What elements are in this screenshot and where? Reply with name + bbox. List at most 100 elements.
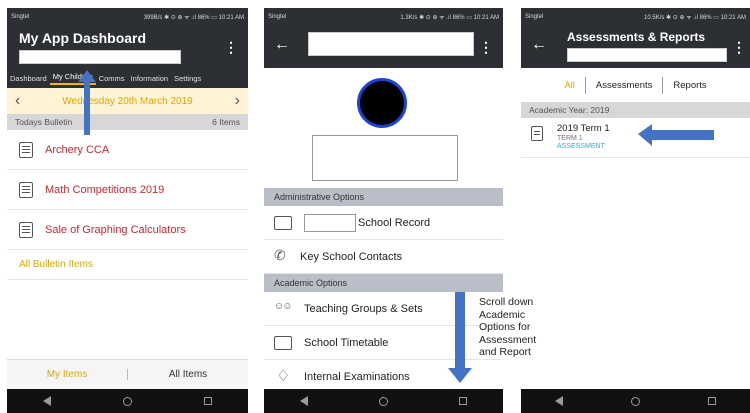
tab-comms[interactable]: Comms bbox=[96, 74, 128, 83]
app-bar: My App Dashboard ⋮ bbox=[7, 26, 248, 68]
school-record-item[interactable]: School Record bbox=[264, 206, 503, 240]
app-title: My App Dashboard bbox=[19, 30, 147, 46]
teaching-groups-label: Teaching Groups & Sets bbox=[304, 302, 423, 315]
assessment-text: 2019 Term 1 TERM 1 ASSESSMENT bbox=[557, 123, 610, 150]
tab-information[interactable]: Information bbox=[128, 74, 172, 83]
back-arrow-icon[interactable]: ← bbox=[274, 36, 290, 54]
carrier-label: Singtel bbox=[268, 14, 287, 20]
tab-dashboard[interactable]: Dashboard bbox=[7, 74, 50, 83]
segment-assessments[interactable]: Assessments bbox=[584, 76, 664, 94]
bulletin-item[interactable]: Archery CCA bbox=[7, 130, 248, 170]
date-navigator: ‹ Wednesday 20th March 2019 › bbox=[7, 88, 248, 114]
admin-options-heading: Administrative Options bbox=[264, 188, 503, 206]
current-date: Wednesday 20th March 2019 bbox=[62, 95, 193, 107]
chevron-right-icon[interactable]: › bbox=[235, 92, 240, 110]
status-info: 10.5K/s ✱ ⊙ ⊕ ᯤ .ıl 86% ▭ 10:21 AM bbox=[644, 15, 746, 21]
carrier-label: Singtel bbox=[11, 14, 30, 20]
clipboard-icon bbox=[531, 126, 543, 141]
more-menu-icon[interactable]: ⋮ bbox=[224, 40, 238, 54]
bottom-tabs: My Items All Items bbox=[7, 359, 248, 389]
document-icon bbox=[19, 181, 33, 198]
academic-options-heading: Academic Options bbox=[264, 274, 503, 292]
annotation-line: Options for bbox=[479, 321, 531, 333]
tab-settings[interactable]: Settings bbox=[171, 74, 204, 83]
annotation-line: Academic bbox=[479, 308, 526, 321]
assessment-term: TERM 1 bbox=[557, 135, 583, 142]
back-icon[interactable] bbox=[555, 396, 563, 406]
system-nav-bar bbox=[7, 389, 248, 413]
system-nav-bar bbox=[264, 389, 503, 413]
more-menu-icon[interactable]: ⋮ bbox=[732, 40, 746, 54]
document-icon bbox=[19, 221, 33, 238]
key-contacts-label: Key School Contacts bbox=[300, 250, 403, 263]
segment-reports[interactable]: Reports bbox=[663, 77, 716, 94]
tab-all-items[interactable]: All Items bbox=[128, 369, 248, 380]
assessment-type: ASSESSMENT bbox=[557, 143, 605, 150]
phone-icon bbox=[274, 247, 288, 264]
home-icon[interactable] bbox=[631, 396, 640, 406]
status-bar: Singtel 1.3K/s ✱ ⊙ ⊕ ᯤ .ıl 86% ▭ 10:21 A… bbox=[264, 8, 503, 26]
bulletin-item[interactable]: Math Competitions 2019 bbox=[7, 170, 248, 210]
academic-year-heading: Academic Year: 2019 bbox=[521, 102, 750, 118]
bulletin-item-label: Math Competitions 2019 bbox=[45, 183, 165, 196]
status-bar: Singtel 399B/s ✱ ⊙ ⊕ ᯤ .ıl 86% ▭ 10:21 A… bbox=[7, 8, 248, 26]
back-icon[interactable] bbox=[299, 396, 308, 406]
name-redaction-box bbox=[312, 135, 458, 181]
phone-child-profile: Singtel 1.3K/s ✱ ⊙ ⊕ ᯤ .ıl 86% ▭ 10:21 A… bbox=[264, 8, 503, 413]
page-title: Assessments & Reports bbox=[567, 30, 706, 44]
tab-my-children[interactable]: My Children bbox=[49, 72, 96, 85]
school-record-label: School Record bbox=[358, 216, 431, 229]
segment-all[interactable]: All bbox=[554, 77, 585, 94]
phone-dashboard: Singtel 399B/s ✱ ⊙ ⊕ ᯤ .ıl 86% ▭ 10:21 A… bbox=[7, 8, 248, 413]
status-info: 399B/s ✱ ⊙ ⊕ ᯤ .ıl 86% ▭ 10:21 AM bbox=[143, 15, 244, 21]
calendar-icon bbox=[274, 335, 292, 350]
more-menu-icon[interactable]: ⋮ bbox=[479, 40, 493, 54]
carrier-label: Singtel bbox=[525, 14, 544, 20]
status-info: 1.3K/s ✱ ⊙ ⊕ ᯤ .ıl 86% ▭ 10:21 AM bbox=[400, 15, 499, 21]
back-icon[interactable] bbox=[43, 396, 51, 406]
redaction-box bbox=[304, 213, 356, 232]
annotation-text: Scroll down Academic Options for Assessm… bbox=[479, 296, 536, 359]
recent-apps-icon[interactable] bbox=[204, 397, 212, 405]
bulletin-count: 6 Items bbox=[212, 117, 240, 127]
main-tabs: Dashboard My Children Comms Information … bbox=[7, 68, 248, 88]
bulletin-header: Todays Bulletin 6 Items bbox=[7, 114, 248, 130]
recent-apps-icon[interactable] bbox=[459, 397, 468, 405]
system-nav-bar bbox=[521, 389, 750, 413]
phone-assessments: Singtel 10.5K/s ✱ ⊙ ⊕ ᯤ .ıl 86% ▭ 10:21 … bbox=[521, 8, 750, 413]
filter-segments: All Assessments Reports bbox=[521, 68, 750, 102]
annotation-line: Scroll down bbox=[479, 296, 534, 308]
annotation-line: Assessment bbox=[479, 333, 537, 346]
timetable-item[interactable]: School Timetable bbox=[264, 326, 503, 360]
assessment-title: 2019 Term 1 bbox=[557, 123, 610, 134]
record-icon bbox=[274, 215, 292, 230]
home-icon[interactable] bbox=[123, 396, 132, 406]
all-bulletin-link[interactable]: All Bulletin Items bbox=[7, 250, 248, 280]
tab-my-items[interactable]: My Items bbox=[7, 369, 128, 380]
redaction-box bbox=[567, 48, 727, 62]
redaction-box bbox=[19, 50, 181, 64]
home-icon[interactable] bbox=[378, 396, 388, 406]
group-icon bbox=[274, 301, 292, 316]
teaching-groups-item[interactable]: Teaching Groups & Sets bbox=[264, 292, 503, 326]
back-arrow-icon[interactable]: ← bbox=[531, 36, 547, 54]
recent-apps-icon[interactable] bbox=[708, 397, 716, 405]
bulletin-heading: Todays Bulletin bbox=[15, 117, 73, 127]
bulletin-item[interactable]: Sale of Graphing Calculators bbox=[7, 210, 248, 250]
app-bar: ← Assessments & Reports ⋮ bbox=[521, 26, 750, 68]
bulletin-item-label: Sale of Graphing Calculators bbox=[45, 223, 186, 236]
timetable-label: School Timetable bbox=[304, 336, 389, 349]
chevron-left-icon[interactable]: ‹ bbox=[15, 92, 20, 110]
assessment-item[interactable]: 2019 Term 1 TERM 1 ASSESSMENT bbox=[521, 118, 750, 158]
key-contacts-item[interactable]: Key School Contacts bbox=[264, 240, 503, 274]
redaction-box bbox=[308, 32, 474, 56]
avatar bbox=[357, 78, 407, 128]
box-icon bbox=[274, 366, 292, 386]
options-list: Administrative Options School Record Key… bbox=[264, 188, 503, 394]
document-icon bbox=[19, 141, 33, 158]
annotation-line: and Report bbox=[479, 346, 531, 358]
status-bar: Singtel 10.5K/s ✱ ⊙ ⊕ ᯤ .ıl 86% ▭ 10:21 … bbox=[521, 8, 750, 26]
internal-exams-label: Internal Examinations bbox=[304, 370, 410, 383]
bulletin-item-label: Archery CCA bbox=[45, 143, 110, 156]
app-bar: ← ⋮ bbox=[264, 26, 503, 68]
